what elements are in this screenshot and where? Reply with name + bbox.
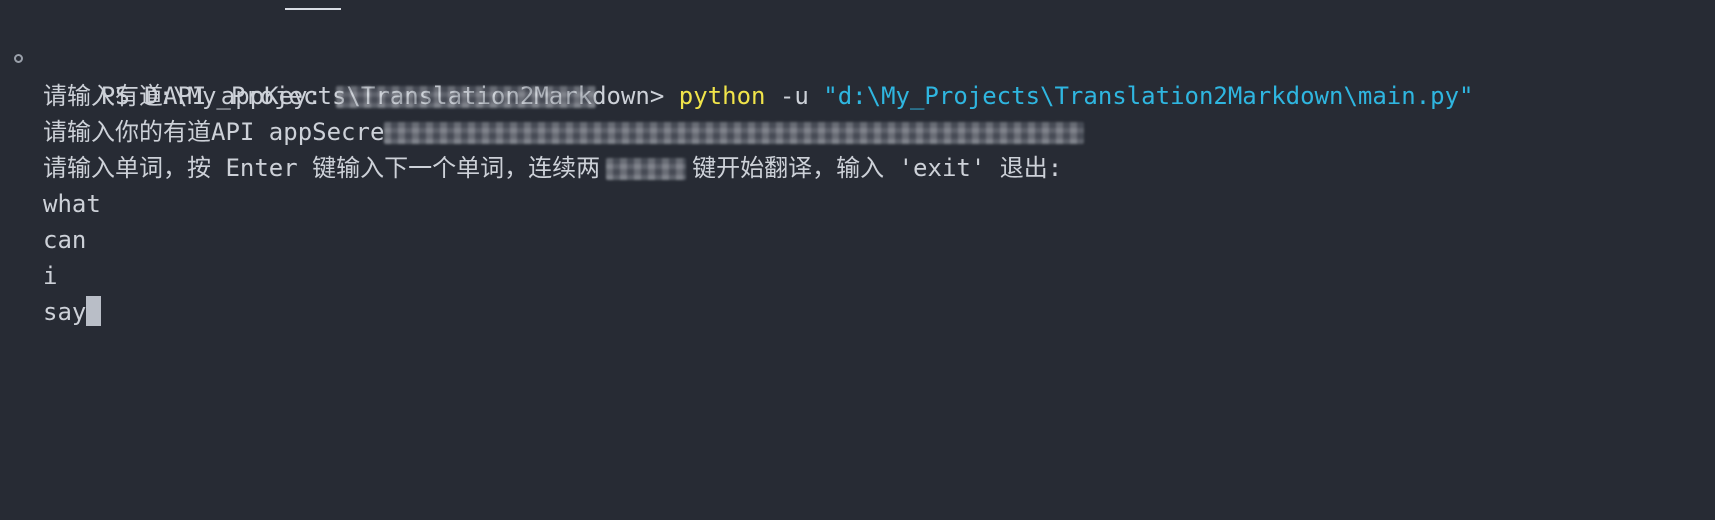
app-secret-line: 请输入你的有道API appSecre <box>0 114 1715 150</box>
redacted-app-secret <box>384 122 1085 144</box>
word-prompt-line: 请输入单词，按 Enter 键输入下一个单词，连续两 键开始翻译，输入 'exit… <box>0 150 1715 186</box>
user-input-text: say <box>43 298 87 326</box>
command-line: PS D:\My_Projects\Translation2Markdown> … <box>0 42 1715 110</box>
input-line: what <box>0 186 1715 222</box>
terminal-cursor <box>86 296 102 326</box>
input-line[interactable]: say <box>0 294 1715 330</box>
app-secret-prompt: 请输入你的有道API appSecre <box>43 118 385 146</box>
user-input-text: i <box>43 262 58 290</box>
word-prompt-part2: 键开始翻译，输入 'exit' 退出: <box>692 154 1063 182</box>
command-decoration-icon[interactable] <box>14 54 23 63</box>
redacted-app-key <box>336 86 597 108</box>
app-key-line: 请输入有道API appKey: <box>0 78 1715 114</box>
input-line: i <box>0 258 1715 294</box>
user-input-text: what <box>43 190 101 218</box>
input-line: can <box>0 222 1715 258</box>
user-input-text: can <box>43 226 87 254</box>
active-tab-indicator <box>285 8 341 10</box>
redacted-key-name <box>606 158 687 180</box>
terminal-output[interactable]: PS D:\My_Projects\Translation2Markdown> … <box>0 42 1715 330</box>
word-prompt-part1: 请输入单词，按 Enter 键输入下一个单词，连续两 <box>43 154 601 182</box>
app-key-prompt: 请输入有道API appKey: <box>43 82 337 110</box>
